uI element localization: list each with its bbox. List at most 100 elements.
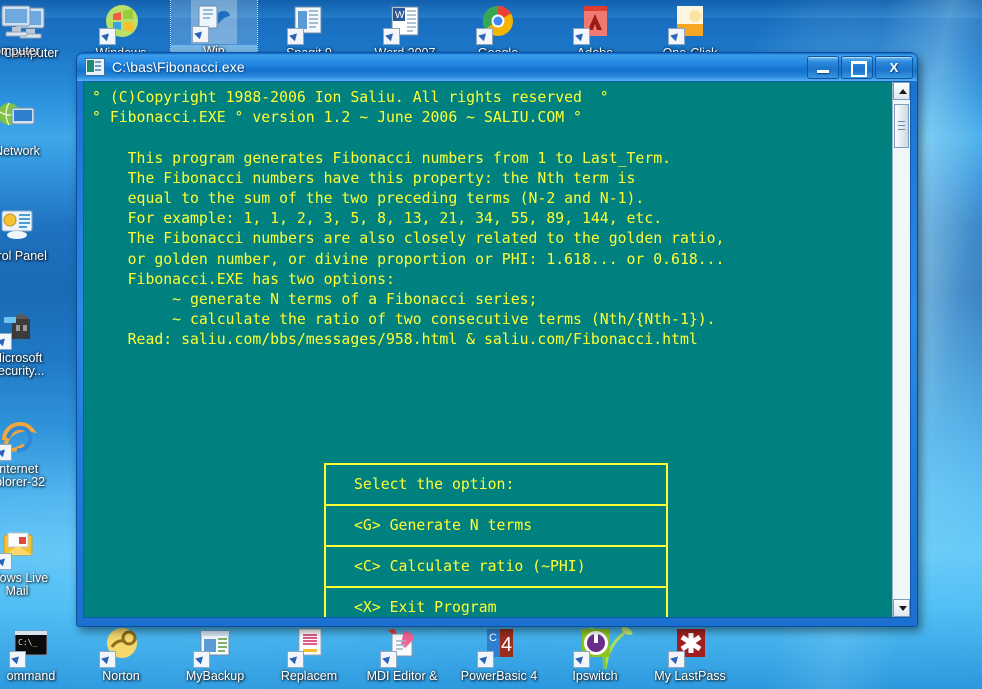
shortcut-arrow-icon bbox=[477, 651, 494, 668]
scrollbar-track[interactable] bbox=[893, 100, 910, 599]
internet-explorer-32-icon bbox=[0, 418, 40, 462]
shortcut-arrow-icon bbox=[383, 28, 400, 45]
desktop-icon-my-lastpass[interactable]: My LastPass bbox=[647, 625, 733, 683]
console-line: This program generates Fibonacci numbers… bbox=[92, 149, 672, 167]
svg-text:C:\_: C:\_ bbox=[18, 638, 37, 647]
shortcut-arrow-icon bbox=[99, 28, 116, 45]
network-icon bbox=[0, 100, 40, 144]
command-icon: C:\_ bbox=[8, 625, 54, 669]
desktop-icon-label: omputer bbox=[0, 44, 40, 58]
console-line: ° Fibonacci.EXE ° version 1.2 ~ June 200… bbox=[92, 109, 582, 127]
desktop-icon-label: MDI Editor & bbox=[366, 669, 438, 683]
console-line: equal to the sum of the two preceding te… bbox=[92, 189, 645, 207]
console-client-area: ° (C)Copyright 1988-2006 Ion Saliu. All … bbox=[83, 81, 911, 618]
menu-option[interactable]: <X> Exit Program bbox=[326, 588, 666, 617]
shortcut-arrow-icon bbox=[99, 651, 116, 668]
console-window-icon bbox=[85, 58, 105, 76]
desktop-icon-label: ndows Live Mail bbox=[0, 571, 49, 598]
microsoft-security-icon bbox=[0, 307, 40, 351]
console-line: The Fibonacci numbers have this property… bbox=[92, 169, 636, 187]
maximize-icon bbox=[851, 61, 867, 77]
desktop-icon-label: MyBackup bbox=[185, 669, 245, 683]
shortcut-arrow-icon bbox=[0, 333, 12, 350]
adobe-icon bbox=[572, 2, 618, 46]
shortcut-arrow-icon bbox=[573, 651, 590, 668]
console-screen[interactable]: ° (C)Copyright 1988-2006 Ion Saliu. All … bbox=[84, 82, 892, 617]
scrollbar-thumb[interactable] bbox=[894, 104, 909, 148]
menu-prompt: Select the option: bbox=[354, 476, 515, 493]
close-icon: X bbox=[889, 60, 899, 75]
desktop-icon-norton[interactable]: Norton bbox=[78, 625, 164, 683]
shortcut-arrow-icon bbox=[0, 553, 12, 570]
mybackup-icon bbox=[192, 625, 238, 669]
desktop-icon-label: Internet xplorer-32 bbox=[0, 462, 46, 489]
norton-icon bbox=[98, 625, 144, 669]
win-icon bbox=[191, 0, 237, 44]
minimize-icon bbox=[817, 70, 829, 73]
console-line: or golden number, or divine proportion o… bbox=[92, 250, 725, 268]
close-button[interactable]: X bbox=[875, 56, 913, 79]
desktop-icon-network[interactable]: Network bbox=[0, 100, 60, 158]
mdi-editor-icon bbox=[379, 625, 425, 669]
menu-option[interactable]: <G> Generate N terms bbox=[326, 506, 666, 545]
scroll-down-arrow[interactable] bbox=[893, 599, 910, 617]
my-lastpass-icon bbox=[667, 625, 713, 669]
desktop-icon-control-panel[interactable]: ntrol Panel bbox=[0, 205, 60, 263]
desktop-icon-win[interactable]: Win bbox=[170, 0, 258, 59]
windows-live-mail-icon bbox=[0, 527, 40, 571]
desktop-icon-microsoft-security[interactable]: Microsoft Security... bbox=[0, 307, 60, 378]
window-title-bar[interactable]: C:\bas\Fibonacci.exe X bbox=[77, 53, 917, 81]
window-title: C:\bas\Fibonacci.exe bbox=[112, 59, 245, 75]
svg-text:W: W bbox=[395, 10, 405, 21]
my-computer-left-icon bbox=[0, 0, 40, 44]
shortcut-arrow-icon bbox=[668, 28, 685, 45]
console-line: Read: saliu.com/bbs/messages/958.html & … bbox=[92, 331, 698, 349]
desktop-icon-ipswitch[interactable]: Ipswitch bbox=[552, 625, 638, 683]
desktop-icon-label: PowerBasic 4 bbox=[460, 669, 538, 683]
desktop-icon-label: ntrol Panel bbox=[0, 249, 47, 263]
shortcut-arrow-icon bbox=[287, 651, 304, 668]
desktop-icon-my-computer-left[interactable]: omputer bbox=[0, 0, 60, 58]
shortcut-arrow-icon bbox=[380, 651, 397, 668]
desktop-icon-label: ommand bbox=[6, 669, 56, 683]
console-line: The Fibonacci numbers are also closely r… bbox=[92, 230, 725, 248]
desktop-icon-label: Ipswitch bbox=[572, 669, 618, 683]
one-click-icon bbox=[667, 2, 713, 46]
desktop-icon-replacem[interactable]: Replacem bbox=[266, 625, 352, 683]
shortcut-arrow-icon bbox=[193, 651, 210, 668]
powerbasic-4-icon: C4 bbox=[476, 625, 522, 669]
shortcut-arrow-icon bbox=[287, 28, 304, 45]
svg-text:C: C bbox=[489, 632, 497, 644]
replacem-icon bbox=[286, 625, 332, 669]
console-line: ° (C)Copyright 1988-2006 Ion Saliu. All … bbox=[92, 89, 609, 106]
desktop-icon-windows-live-mail[interactable]: ndows Live Mail bbox=[0, 527, 60, 598]
console-window[interactable]: C:\bas\Fibonacci.exe X ° (C)Copyright 19… bbox=[76, 52, 918, 627]
console-menu-box: Select the option: <G> Generate N terms <C… bbox=[324, 463, 668, 617]
svg-text:4: 4 bbox=[501, 634, 512, 656]
desktop-icon-mybackup[interactable]: MyBackup bbox=[172, 625, 258, 683]
desktop-icon-label: Replacem bbox=[280, 669, 338, 683]
desktop-icon-command[interactable]: C:\_ommand bbox=[0, 625, 74, 683]
maximize-button[interactable] bbox=[841, 56, 873, 79]
control-panel-icon bbox=[0, 205, 40, 249]
shortcut-arrow-icon bbox=[9, 651, 26, 668]
console-line: ~ generate N terms of a Fibonacci series… bbox=[92, 290, 538, 308]
shortcut-arrow-icon bbox=[476, 28, 493, 45]
desktop-icon-internet-explorer-32[interactable]: Internet xplorer-32 bbox=[0, 418, 60, 489]
desktop-icon-label: Microsoft Security... bbox=[0, 351, 45, 378]
minimize-button[interactable] bbox=[807, 56, 839, 79]
console-scrollbar[interactable] bbox=[892, 82, 910, 617]
console-line: For example: 1, 1, 2, 3, 5, 8, 13, 21, 3… bbox=[92, 210, 663, 228]
console-output-text: ° (C)Copyright 1988-2006 Ion Saliu. All … bbox=[92, 88, 888, 350]
desktop-icon-powerbasic-4[interactable]: C 4 PowerBasic 4 bbox=[456, 625, 542, 683]
windows-icon bbox=[98, 2, 144, 46]
shortcut-arrow-icon bbox=[192, 26, 209, 43]
desktop-icon-label: Norton bbox=[102, 669, 140, 683]
menu-option[interactable]: <C> Calculate ratio (~PHI) bbox=[326, 547, 666, 586]
snagit-icon bbox=[286, 2, 332, 46]
scroll-up-arrow[interactable] bbox=[893, 82, 910, 100]
desktop-icon-mdi-editor[interactable]: MDI Editor & bbox=[359, 625, 445, 683]
desktop-icon-label: My LastPass bbox=[654, 669, 726, 683]
shortcut-arrow-icon bbox=[668, 651, 685, 668]
